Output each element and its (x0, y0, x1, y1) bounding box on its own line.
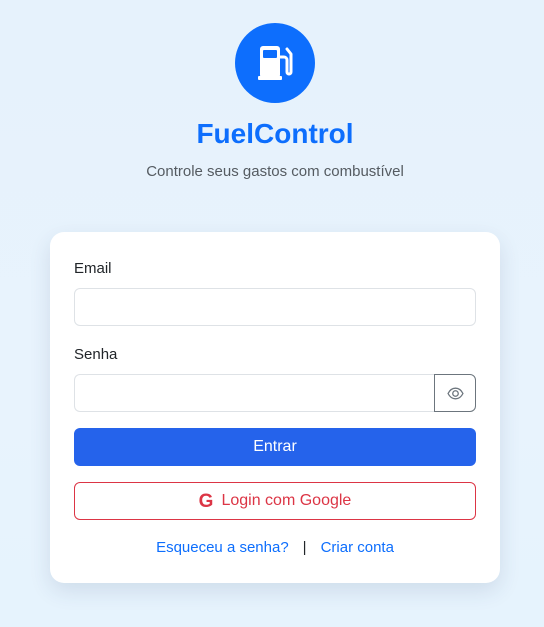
create-account-link[interactable]: Criar conta (321, 539, 394, 556)
google-icon: G (198, 490, 214, 512)
google-login-label: Login com Google (221, 492, 352, 509)
app-tagline: Controle seus gastos com combustível (146, 163, 404, 180)
link-separator: | (302, 539, 307, 556)
email-label: Email (74, 260, 112, 277)
app-title: FuelControl (196, 118, 354, 149)
login-card: Email Senha Entrar G Login com Google Es… (50, 232, 500, 583)
email-field[interactable] (74, 288, 476, 326)
password-label: Senha (74, 346, 118, 363)
toggle-password-button[interactable] (434, 374, 476, 412)
password-field[interactable] (74, 374, 436, 412)
eye-icon (446, 387, 464, 399)
login-button[interactable]: Entrar (74, 428, 476, 466)
auth-links: Esqueceu a senha? | Criar conta (50, 539, 500, 556)
google-login-button[interactable]: G Login com Google (74, 482, 476, 520)
fuel-pump-icon (258, 46, 293, 80)
app-logo (235, 23, 315, 103)
forgot-password-link[interactable]: Esqueceu a senha? (156, 539, 289, 556)
